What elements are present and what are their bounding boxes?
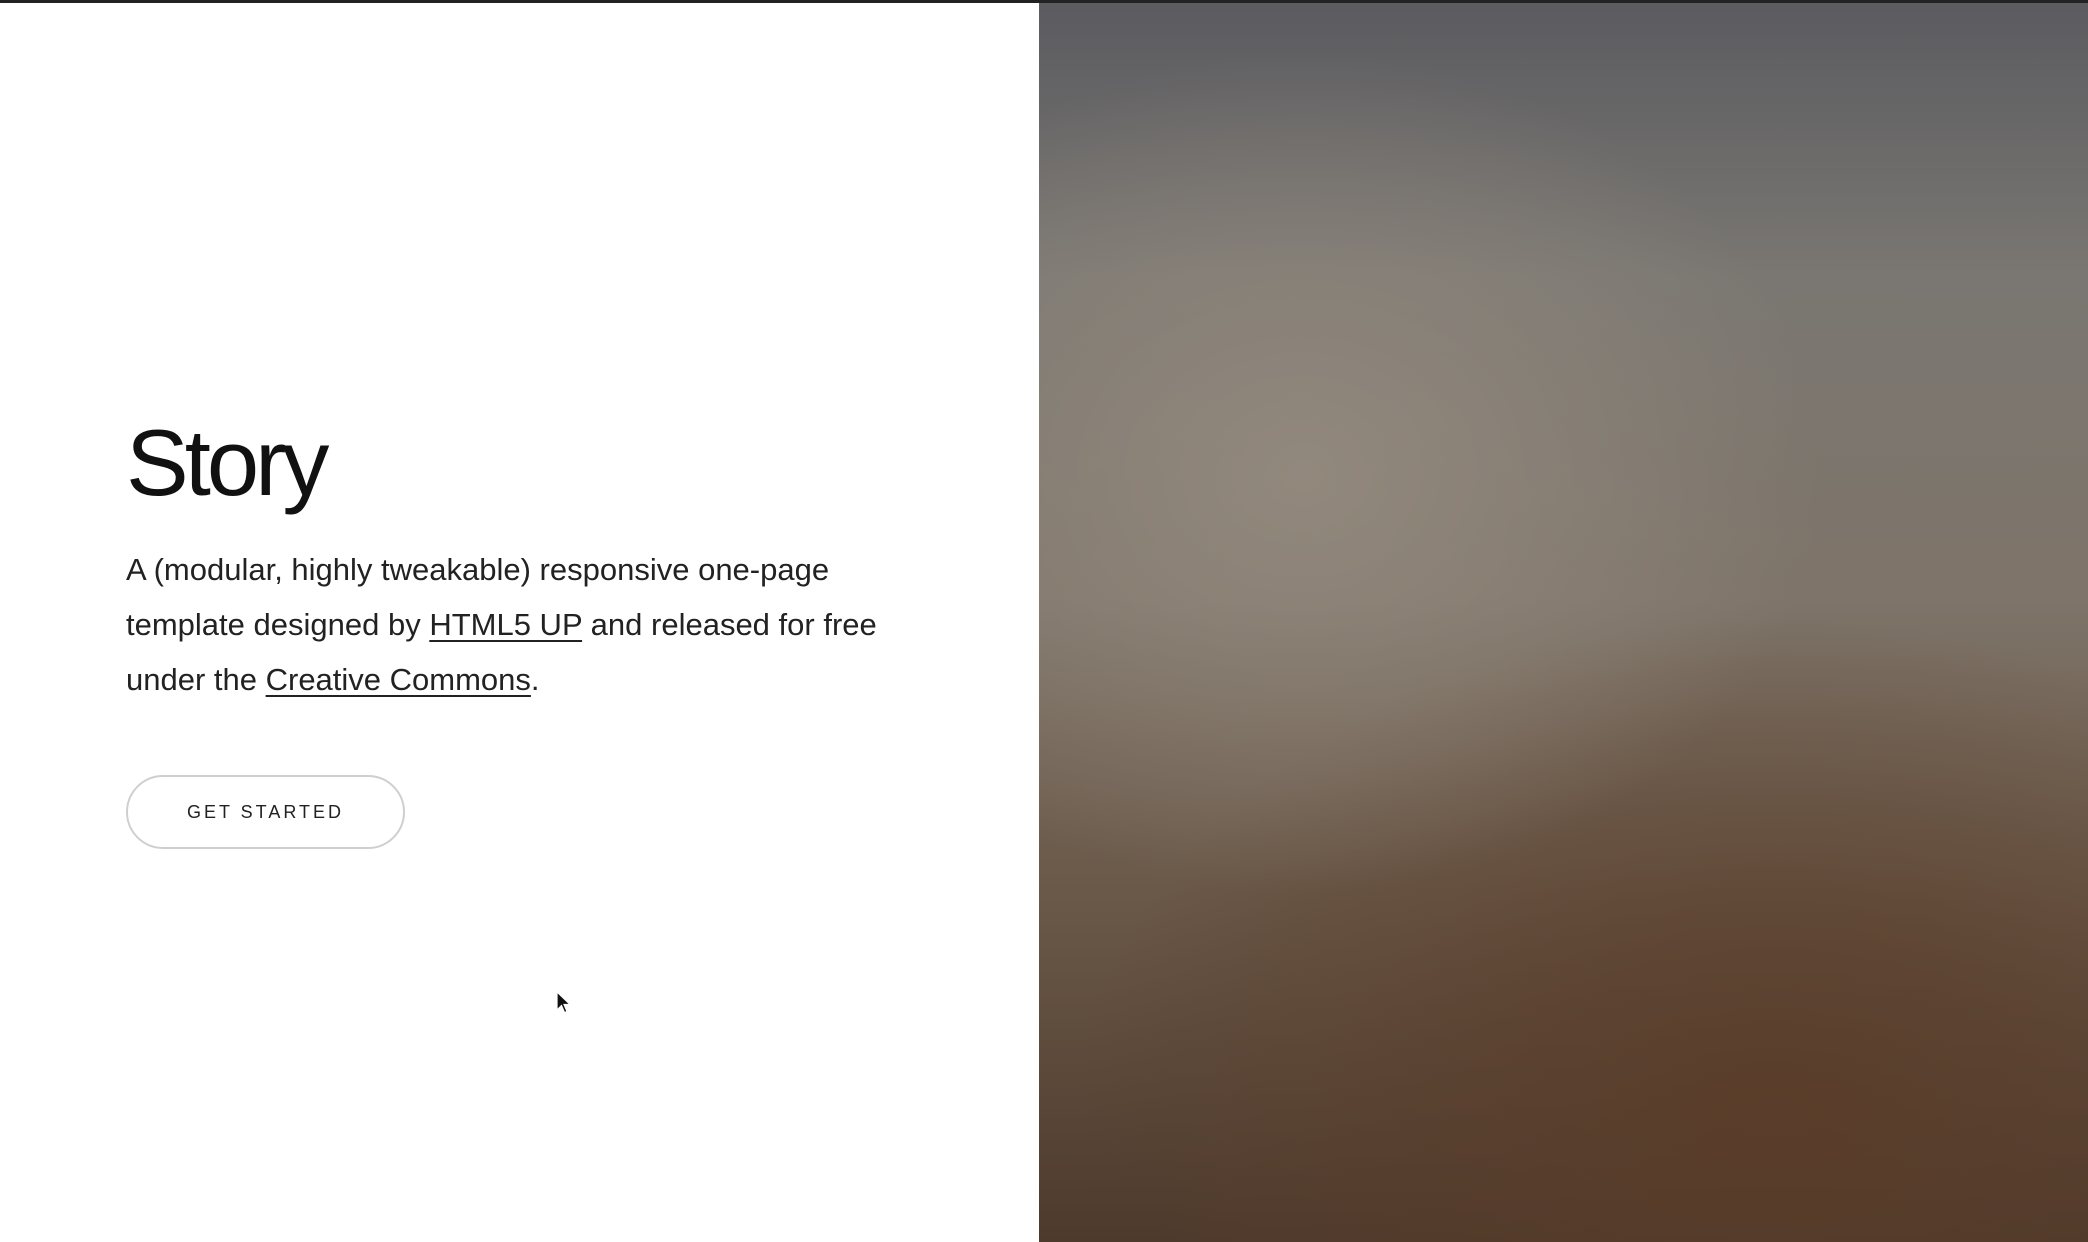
description-text-3: . — [530, 662, 540, 698]
page-title: Story — [126, 410, 329, 515]
banner-inner: Story A (modular, highly tweakable) resp… — [126, 410, 886, 850]
background-photo — [1039, 3, 2088, 1242]
banner-content: Story A (modular, highly tweakable) resp… — [0, 3, 1039, 1242]
get-started-button[interactable]: Get Started — [126, 775, 405, 850]
html5up-link[interactable]: HTML5 UP — [429, 607, 582, 642]
creative-commons-link[interactable]: Creative Commons — [266, 662, 531, 697]
banner-description: A (modular, highly tweakable) responsive… — [126, 542, 886, 707]
page: Story A (modular, highly tweakable) resp… — [0, 0, 2088, 1242]
